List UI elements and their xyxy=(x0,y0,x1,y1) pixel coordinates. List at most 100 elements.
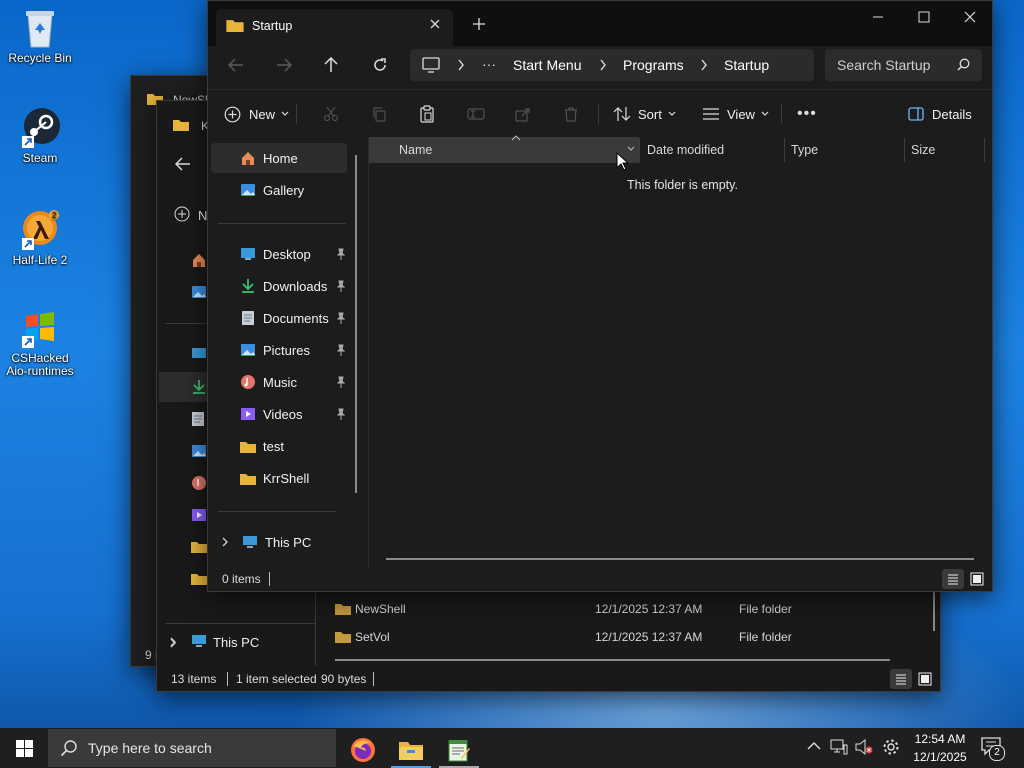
windows-flag-icon xyxy=(18,306,62,350)
forward-arrow-icon[interactable] xyxy=(276,58,292,72)
volume-muted-icon[interactable] xyxy=(855,739,873,755)
taskbar-search-box[interactable]: Type here to search xyxy=(48,729,336,767)
column-header-date[interactable]: Date modified xyxy=(647,138,724,162)
desktop-icon xyxy=(239,245,257,263)
clock-date[interactable]: 12/1/2025 xyxy=(908,750,972,764)
share-icon[interactable] xyxy=(515,106,531,122)
maximize-button[interactable] xyxy=(914,7,934,27)
nav-divider xyxy=(218,511,336,512)
details-view-toggle[interactable] xyxy=(890,669,912,689)
nav-this-pc[interactable]: This PC xyxy=(157,631,315,653)
computer-icon xyxy=(191,634,207,648)
new-tab-plus-icon[interactable] xyxy=(473,18,485,30)
nav-documents[interactable]: Documents xyxy=(208,303,348,333)
chevron-down-icon xyxy=(281,111,289,117)
chevron-right-icon xyxy=(599,59,607,71)
desktop-icon-recycle-bin[interactable]: Recycle Bin xyxy=(4,6,76,65)
file-explorer-icon xyxy=(399,742,423,760)
status-bar: 0 items xyxy=(208,569,992,591)
view-button[interactable]: View xyxy=(702,99,769,129)
show-hidden-icons-chevron[interactable] xyxy=(807,741,821,751)
delete-icon[interactable] xyxy=(563,106,579,122)
column-header-type[interactable]: Type xyxy=(791,138,818,162)
pin-icon xyxy=(336,280,346,292)
close-tab-icon[interactable] xyxy=(429,18,441,30)
list-item[interactable]: SetVol 12/1/2025 12:37 AM File folder xyxy=(327,626,917,648)
paste-icon[interactable] xyxy=(419,105,435,123)
desktop-icon-cshacked[interactable]: CSHacked Aio-runtimes xyxy=(4,306,76,378)
search-icon xyxy=(957,58,970,71)
rename-icon[interactable] xyxy=(467,106,485,122)
folder-icon xyxy=(239,469,257,487)
list-item[interactable]: NewShell 12/1/2025 12:37 AM File folder xyxy=(327,598,917,620)
nav-pictures[interactable]: Pictures xyxy=(208,335,348,365)
tiles-view-toggle[interactable] xyxy=(915,669,935,689)
folder-icon xyxy=(191,572,207,585)
folder-icon xyxy=(173,118,189,131)
details-view-toggle[interactable] xyxy=(942,569,964,589)
tab-startup[interactable]: Startup xyxy=(216,9,453,46)
back-arrow-icon[interactable] xyxy=(228,58,244,72)
column-header-name[interactable]: Name xyxy=(399,138,432,162)
windows-logo-icon xyxy=(15,739,33,757)
nav-desktop[interactable]: Desktop xyxy=(208,239,348,269)
horizontal-scrollbar[interactable] xyxy=(386,558,974,560)
copy-icon[interactable] xyxy=(371,106,387,122)
notification-badge: 2 xyxy=(989,745,1005,761)
nav-home[interactable]: Home xyxy=(211,143,347,173)
empty-folder-message: This folder is empty. xyxy=(627,178,738,192)
sort-button[interactable]: Sort xyxy=(613,99,676,129)
tiles-view-toggle[interactable] xyxy=(967,569,987,589)
breadcrumb-startup[interactable]: Startup xyxy=(724,57,769,73)
breadcrumb-start-menu[interactable]: Start Menu xyxy=(513,57,581,73)
chevron-down-icon xyxy=(668,111,676,117)
nav-gallery[interactable]: Gallery xyxy=(208,175,344,205)
new-plus-icon[interactable] xyxy=(174,206,190,222)
startup-explorer-window[interactable]: Startup ··· Start Menu Programs Startup … xyxy=(207,0,993,592)
search-icon xyxy=(60,739,78,757)
svg-text:2: 2 xyxy=(52,211,57,220)
new-button[interactable]: New xyxy=(224,99,289,129)
minimize-button[interactable] xyxy=(868,7,888,27)
desktop-icon-steam[interactable]: Steam xyxy=(4,106,76,165)
settings-gear-icon[interactable] xyxy=(882,738,900,756)
cut-icon[interactable] xyxy=(323,106,339,122)
close-window-button[interactable] xyxy=(960,7,980,27)
nav-folder-krrshell[interactable]: KrrShell xyxy=(208,463,344,493)
column-separator[interactable] xyxy=(984,138,985,162)
details-pane-button[interactable]: Details xyxy=(908,99,972,129)
steam-icon xyxy=(18,106,62,150)
name-dropdown-icon[interactable] xyxy=(627,146,635,152)
back-arrow-icon[interactable] xyxy=(175,157,191,171)
column-separator[interactable] xyxy=(784,138,785,162)
breadcrumb-programs[interactable]: Programs xyxy=(623,57,684,73)
chevron-down-icon xyxy=(761,111,769,117)
address-bar[interactable]: ··· Start Menu Programs Startup xyxy=(410,49,814,81)
start-button[interactable] xyxy=(0,728,48,768)
nav-music[interactable]: Music xyxy=(208,367,348,397)
column-separator[interactable] xyxy=(639,138,640,162)
column-separator[interactable] xyxy=(904,138,905,162)
taskbar-notepad[interactable] xyxy=(437,732,481,768)
refresh-icon[interactable] xyxy=(372,57,388,73)
taskbar-file-explorer[interactable] xyxy=(389,732,433,768)
up-arrow-icon[interactable] xyxy=(324,57,338,73)
notification-center-button[interactable]: 2 xyxy=(980,736,1010,762)
vertical-scrollbar[interactable] xyxy=(933,591,935,631)
column-header-size[interactable]: Size xyxy=(911,138,935,162)
nav-folder-test[interactable]: test xyxy=(208,431,344,461)
nav-downloads[interactable]: Downloads xyxy=(208,271,348,301)
taskbar-firefox[interactable] xyxy=(341,732,385,768)
more-options-icon[interactable]: ••• xyxy=(797,105,817,123)
nav-scrollbar[interactable] xyxy=(355,155,357,493)
desktop-icon-half-life-2[interactable]: 2 Half-Life 2 xyxy=(4,208,76,267)
horizontal-scrollbar[interactable] xyxy=(335,659,890,661)
nav-this-pc[interactable]: This PC xyxy=(208,527,344,557)
notepad-icon xyxy=(448,740,470,762)
downloads-icon xyxy=(239,277,257,295)
nav-videos[interactable]: Videos xyxy=(208,399,348,429)
more-breadcrumbs-icon[interactable]: ··· xyxy=(482,56,496,72)
clock-time[interactable]: 12:54 AM xyxy=(908,732,972,746)
network-icon[interactable] xyxy=(830,739,848,755)
search-input[interactable]: Search Startup xyxy=(825,49,982,81)
